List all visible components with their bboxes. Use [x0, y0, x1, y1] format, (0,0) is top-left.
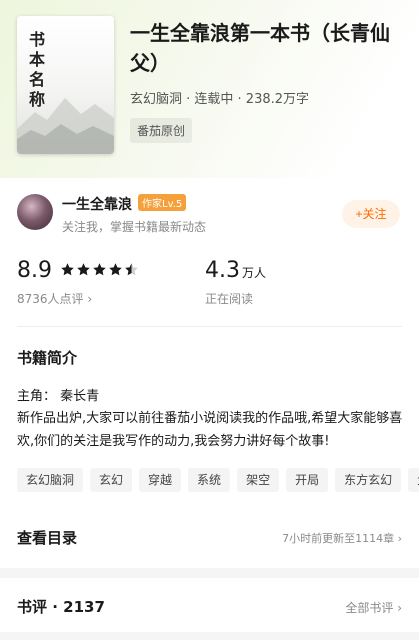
all-reviews-link[interactable]: 全部书评 › [345, 599, 402, 616]
reviews-title: 书评 · 2137 [17, 598, 105, 616]
tag-item[interactable]: 架空 [237, 468, 280, 492]
readers-count: 4.3 万人 [205, 258, 266, 283]
tag-item[interactable]: 穿越 [139, 468, 182, 492]
author-name[interactable]: 一生全靠浪 [62, 194, 132, 214]
author-row[interactable]: 一生全靠浪 作家Lv.5 关注我，掌握书籍最新动态 +关注 [0, 182, 419, 246]
synopsis[interactable]: 新作品出炉,大家可以前往番茄小说阅读我的作品哦,希望大家能够喜欢,你们的关注是我… [17, 407, 407, 453]
book-header: 书本名称 一生全靠浪第一本书（长青仙父） 玄幻脑洞 · 连载中 · 238.2万… [0, 0, 419, 178]
author-subtitle: 关注我，掌握书籍最新动态 [62, 220, 207, 234]
readers-unit: 万人 [242, 266, 267, 280]
star-icon [93, 263, 106, 276]
catalog-title[interactable]: 查看目录 [17, 527, 77, 548]
star-icon [77, 263, 90, 276]
star-icon [109, 263, 122, 276]
tag-item[interactable]: 系统 [188, 468, 231, 492]
cover-mountain-art [17, 98, 114, 154]
tag-item[interactable]: 东方玄幻 [335, 468, 402, 492]
tag-item[interactable]: 开局 [286, 468, 329, 492]
stats-row: 8.9 8736人点评 › 4.3 万人 正在阅读 [0, 252, 419, 312]
reviews-row: 书评 · 2137 全部书评 › [0, 586, 419, 626]
book-title: 一生全靠浪第一本书（长青仙父） [130, 21, 390, 75]
catalog-row[interactable]: 查看目录 7小时前更新至1114章 › [0, 516, 419, 558]
source-tag: 番茄原创 [130, 118, 193, 143]
section-separator [0, 632, 419, 640]
author-level-badge: 作家Lv.5 [138, 194, 187, 211]
tag-item[interactable]: 玄幻脑洞 [17, 468, 84, 492]
rating-stars [60, 262, 139, 277]
book-cover[interactable]: 书本名称 [17, 16, 114, 154]
catalog-update-status[interactable]: 7小时前更新至1114章 › [282, 530, 402, 546]
intro-title: 书籍简介 [17, 349, 78, 367]
readers-label: 正在阅读 [205, 292, 254, 306]
divider [17, 326, 402, 327]
rating-score: 8.9 [17, 258, 52, 283]
tag-list: 玄幻脑洞玄幻穿越系统架空开局东方玄幻大 [17, 468, 419, 492]
half-star-icon [125, 263, 138, 276]
section-separator [0, 568, 419, 578]
book-meta: 玄幻脑洞 · 连载中 · 238.2万字 [130, 92, 310, 107]
follow-button[interactable]: +关注 [342, 200, 400, 228]
author-avatar[interactable] [17, 194, 53, 230]
rating-count[interactable]: 8736人点评 › [17, 290, 92, 307]
readers-value: 4.3 [205, 258, 240, 283]
tag-item[interactable]: 大 [408, 468, 419, 492]
star-icon [61, 263, 74, 276]
protagonist: 主角： 秦长青 [17, 389, 100, 404]
tag-item[interactable]: 玄幻 [90, 468, 133, 492]
